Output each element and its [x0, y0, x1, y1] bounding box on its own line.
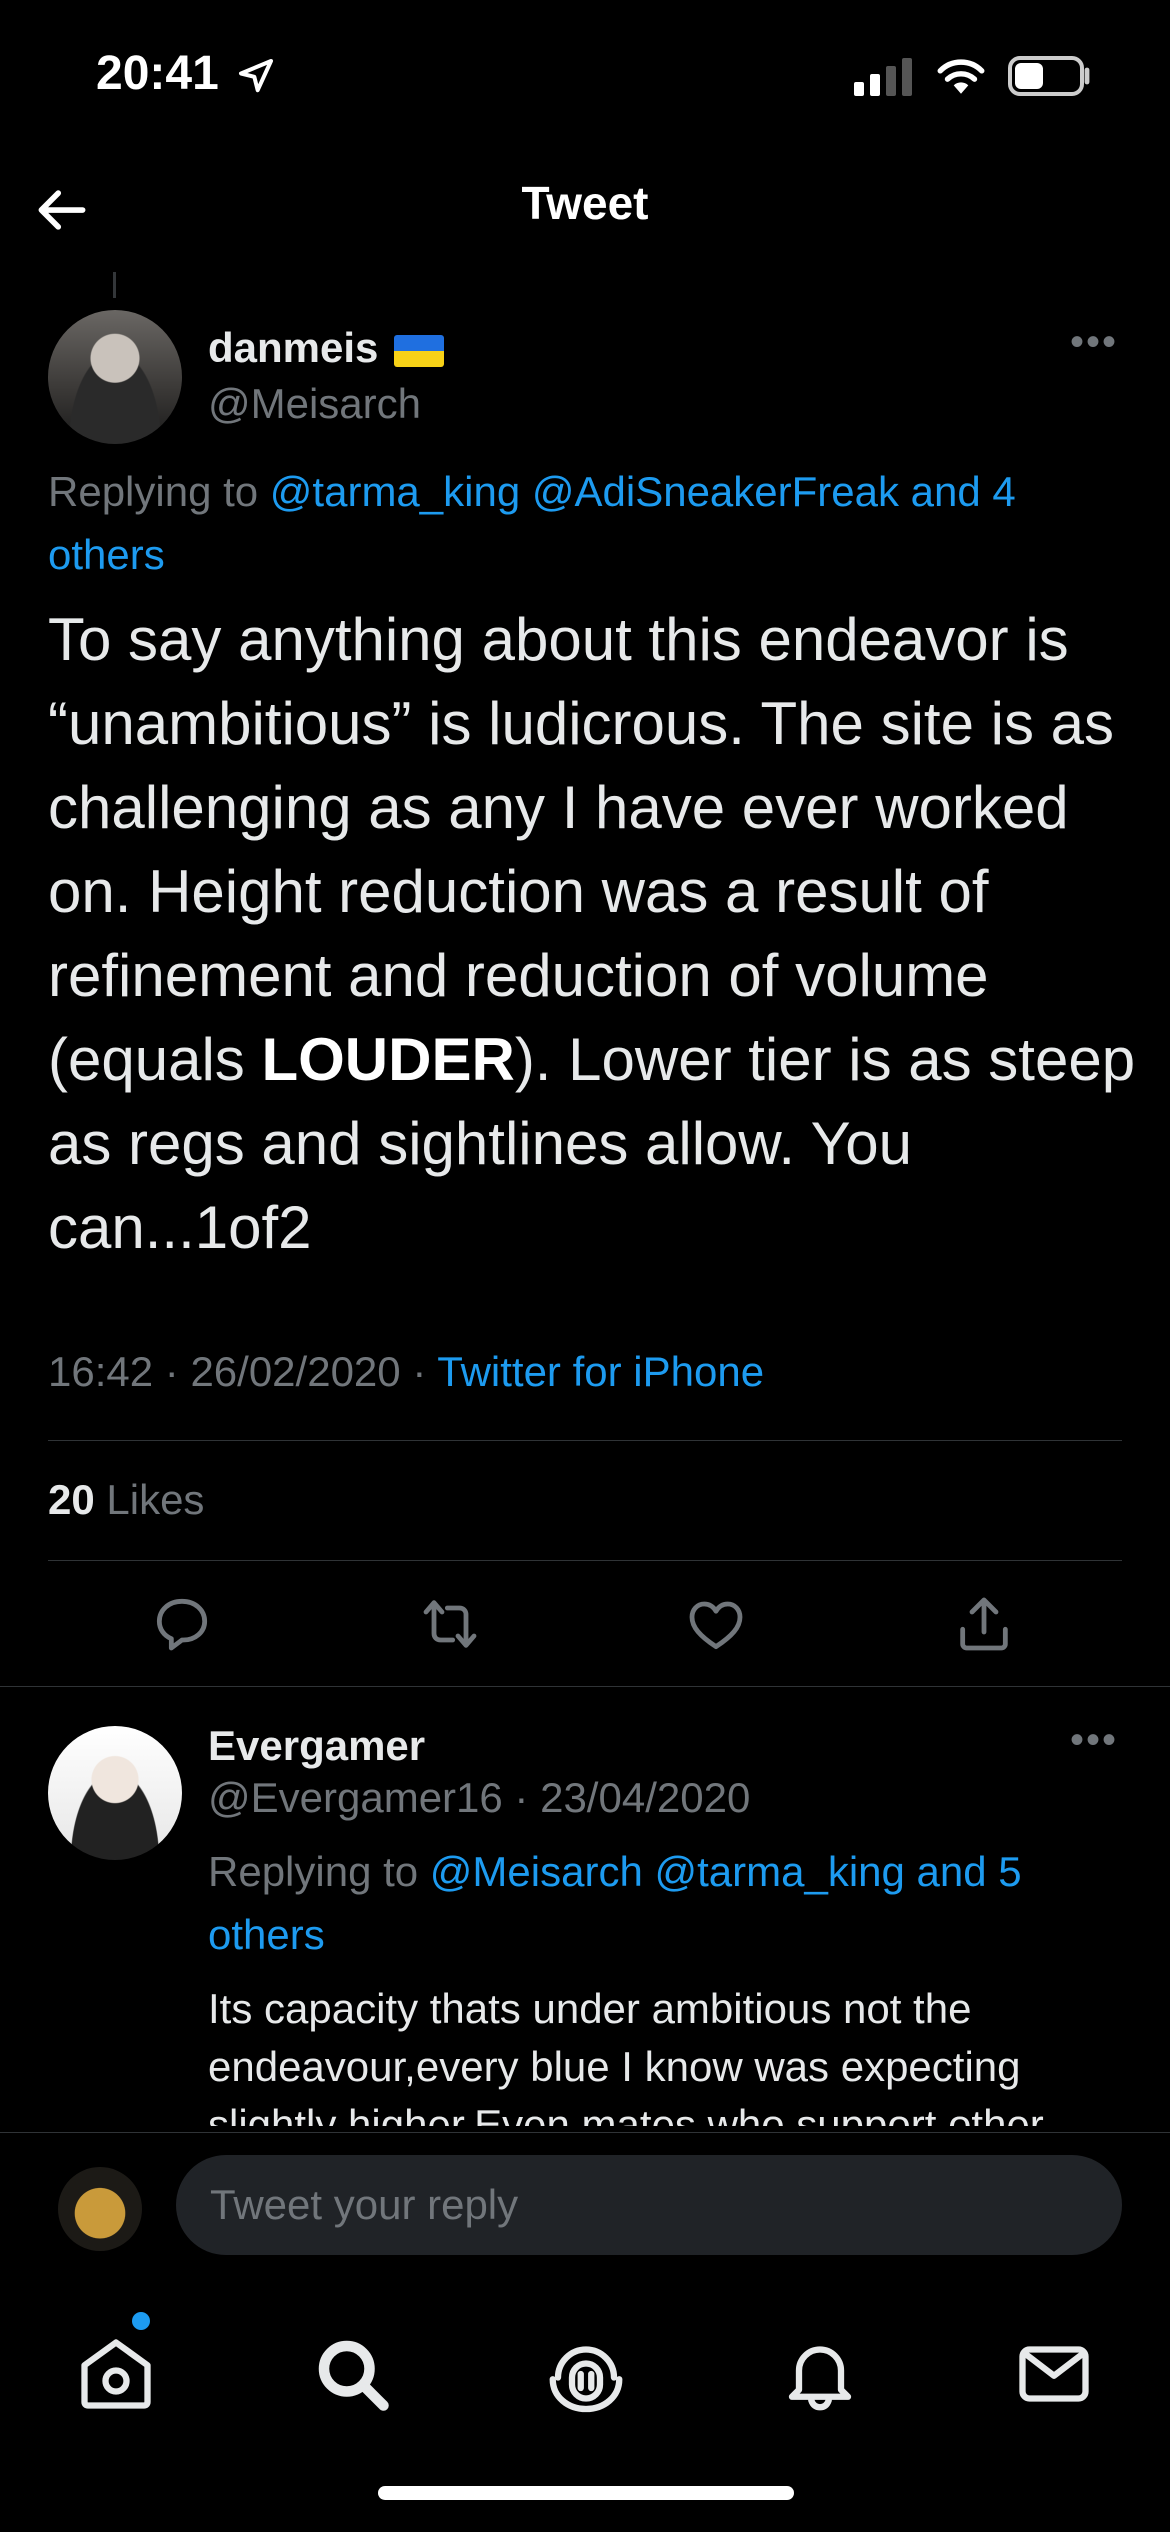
reply-text: Its capacity thats under ambitious not t…: [208, 1985, 1044, 2126]
reply-handle[interactable]: @Evergamer16: [208, 1774, 503, 1821]
home-indicator[interactable]: [378, 2486, 794, 2500]
like-icon[interactable]: [684, 1592, 748, 1656]
cellular-signal-icon: [854, 58, 912, 96]
meta-separator-2: ·: [400, 1348, 438, 1395]
reply-separator: ·: [502, 1774, 541, 1821]
author-handle[interactable]: @Meisarch: [208, 380, 421, 428]
thread-connector: [113, 272, 116, 298]
reply-input[interactable]: [176, 2155, 1122, 2255]
tweet-time: 16:42: [48, 1348, 154, 1395]
author-name-text: danmeis: [208, 324, 379, 371]
reply-replying-to: Replying to @Meisarch @tarma_king and 5 …: [208, 1840, 1108, 1966]
notifications-icon[interactable]: [778, 2332, 862, 2416]
location-arrow-icon: [239, 59, 273, 93]
tweet-date: 26/02/2020: [190, 1348, 401, 1395]
divider: [0, 1686, 1170, 1687]
home-icon[interactable]: [74, 2332, 158, 2416]
reply-author-avatar[interactable]: [48, 1726, 182, 1860]
more-options-icon[interactable]: •••: [1070, 320, 1118, 365]
divider: [48, 1560, 1122, 1561]
wifi-icon: [937, 59, 985, 94]
battery-icon: [1008, 56, 1090, 96]
top-nav: Tweet: [0, 150, 1170, 270]
replying-to: Replying to @tarma_king @AdiSneakerFreak…: [48, 460, 1128, 586]
ukraine-flag-icon: [394, 334, 445, 367]
likes-number: 20: [48, 1476, 95, 1523]
meta-separator: ·: [153, 1348, 191, 1395]
reply-more-options-icon[interactable]: •••: [1070, 1718, 1118, 1763]
reply-icon[interactable]: [150, 1592, 214, 1656]
retweet-icon[interactable]: [418, 1592, 482, 1656]
author-name[interactable]: danmeis: [208, 324, 445, 372]
likes-count[interactable]: 20 Likes: [48, 1476, 204, 1524]
reply-handle-date: @Evergamer16 · 23/04/2020: [208, 1774, 750, 1822]
replying-to-label: Replying to: [48, 468, 270, 515]
search-icon[interactable]: [310, 2332, 394, 2416]
tweet-source[interactable]: Twitter for iPhone: [437, 1348, 764, 1395]
status-bar: 20:41: [0, 0, 1170, 150]
reply-date: 23/04/2020: [540, 1774, 751, 1821]
tweet-text: To say anything about this endeavor is “…: [48, 598, 1138, 1270]
tweet-text-bold: LOUDER: [261, 1026, 515, 1093]
likes-label: Likes: [94, 1476, 205, 1523]
share-icon[interactable]: [952, 1592, 1016, 1656]
messages-icon[interactable]: [1012, 2332, 1096, 2416]
user-avatar[interactable]: [58, 2167, 142, 2251]
reply-author-name[interactable]: Evergamer: [208, 1722, 425, 1770]
reply-composer: [0, 2132, 1170, 2292]
reply-replying-to-label: Replying to: [208, 1848, 430, 1895]
spaces-icon[interactable]: [544, 2332, 628, 2416]
home-notification-dot: [132, 2312, 150, 2330]
author-avatar[interactable]: [48, 310, 182, 444]
tweet-text-part1: To say anything about this endeavor is “…: [48, 606, 1114, 1093]
divider: [48, 1440, 1122, 1441]
status-time: 20:41: [96, 47, 219, 100]
page-title: Tweet: [521, 177, 649, 229]
tweet-meta: 16:42 · 26/02/2020 · Twitter for iPhone: [48, 1348, 764, 1396]
